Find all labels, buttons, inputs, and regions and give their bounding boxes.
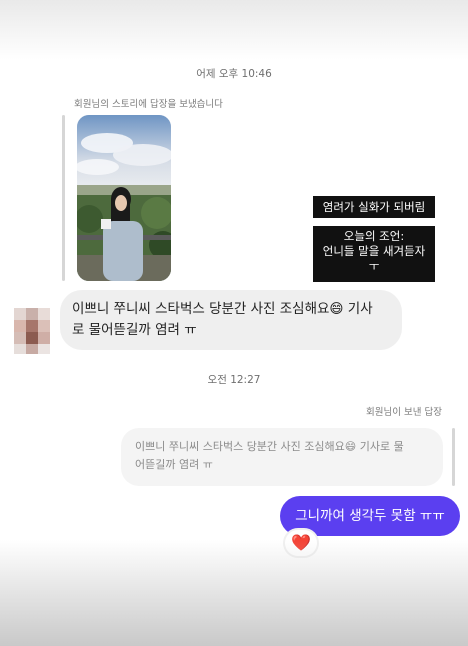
reply-caption: 회원님이 보낸 답장 [366, 407, 442, 418]
story-text-label-2-line3: ㅜ [368, 259, 380, 273]
story-text-label-1: 염려가 실화가 되버림 [313, 196, 435, 218]
quoted-message-line2: 어뜯길까 염려 ㅠ [135, 458, 213, 471]
quote-bar [452, 428, 455, 486]
top-fade [0, 0, 468, 60]
avatar[interactable] [14, 308, 50, 354]
story-text-label-2-line2: 언니들 말을 새겨듣자 [322, 244, 426, 258]
story-quote-line [62, 115, 65, 281]
story-reply-caption: 회원님의 스토리에 답장을 보냈습니다 [74, 99, 223, 110]
received-message-line1: 이쁘니 쭈니씨 스타벅스 당분간 사진 조심해요😄 기사 [72, 301, 373, 317]
quoted-message[interactable]: 이쁘니 쭈니씨 스타벅스 당분간 사진 조심해요😄 기사로 물 어뜯길까 염려 … [121, 428, 443, 486]
story-text-label-2-line1: 오늘의 조언: [343, 229, 405, 243]
quoted-message-line1: 이쁘니 쭈니씨 스타벅스 당분간 사진 조심해요😄 기사로 물 [135, 440, 404, 453]
bottom-fade [0, 540, 468, 646]
received-message-bubble[interactable]: 이쁘니 쭈니씨 스타벅스 당분간 사진 조심해요😄 기사 로 물어뜯길까 염려 … [60, 290, 402, 350]
timestamp: 어제 오후 10:46 [196, 68, 272, 80]
received-message-line2: 로 물어뜯길까 염려 ㅠ [72, 322, 197, 338]
story-photo-image [77, 115, 171, 281]
story-thumbnail[interactable] [77, 115, 171, 281]
avatar-pixelated-image [14, 308, 50, 354]
story-text-label-2: 오늘의 조언: 언니들 말을 새겨듣자 ㅜ [313, 226, 435, 282]
timestamp: 오전 12:27 [207, 374, 261, 386]
